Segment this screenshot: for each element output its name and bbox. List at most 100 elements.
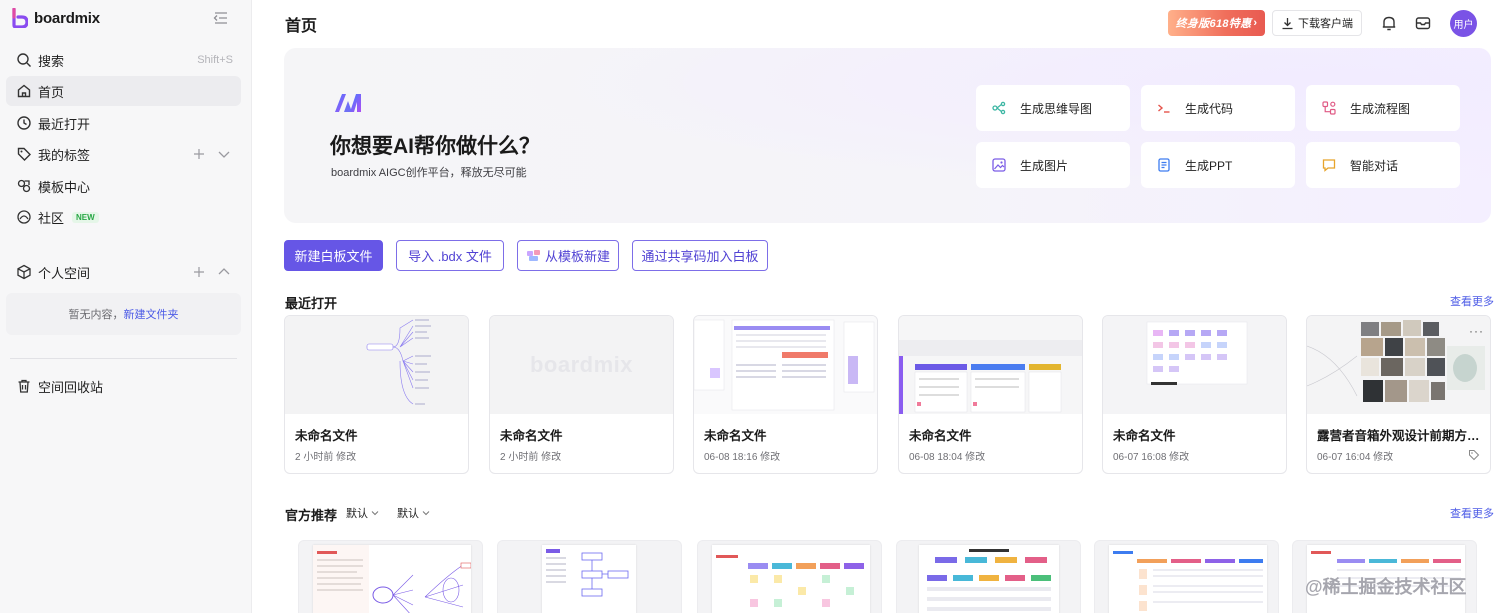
ai-hero-panel: 你想要AI帮你做什么？ boardmix AIGC创作平台，释放无尽可能 生成思… [284, 48, 1491, 223]
chevron-down-icon[interactable] [217, 148, 231, 160]
category-dropdown[interactable]: 默认 [397, 505, 430, 521]
ai-card-label: 生成思维导图 [1020, 101, 1093, 116]
template-card[interactable] [497, 540, 682, 613]
chat-icon [1322, 159, 1336, 172]
brand-name: boardmix [34, 9, 100, 27]
template-card[interactable] [697, 540, 882, 613]
ai-chat-card[interactable]: 智能对话 [1306, 142, 1460, 188]
trash-icon [18, 379, 30, 393]
add-tag-icon[interactable] [193, 148, 205, 160]
ai-code-card[interactable]: 生成代码 [1141, 85, 1295, 131]
brand-logo[interactable]: boardmix [12, 8, 100, 28]
template-thumbnail [927, 549, 1051, 611]
empty-text: 暂无内容， [68, 309, 124, 321]
dropdown-value: 默认 [397, 508, 419, 520]
template-preview [1109, 545, 1267, 613]
file-modified: 06-08 18:04 修改 [909, 452, 986, 463]
official-see-more-link[interactable]: 查看更多 [1450, 505, 1494, 521]
code-icon [1158, 104, 1170, 113]
file-modified: 06-08 18:16 修改 [704, 452, 781, 463]
button-label: 导入 .bdx 文件 [408, 249, 492, 264]
template-icon [17, 179, 31, 193]
new-folder-link[interactable]: 新建文件夹 [124, 306, 179, 322]
file-card[interactable]: boardmix 未命名文件 2 小时前 修改 [489, 315, 674, 474]
sidebar-item-home[interactable]: 首页 [6, 76, 241, 106]
sidebar-item-label: 首页 [38, 84, 65, 100]
join-by-code-button[interactable]: 通过共享码加入白板 [632, 240, 768, 271]
template-thumbnail [1113, 551, 1263, 611]
sidebar-item-trash[interactable]: 空间回收站 [6, 371, 241, 401]
ai-card-label: 生成图片 [1020, 158, 1069, 173]
file-card[interactable]: 未命名文件 06-08 18:16 修改 [693, 315, 878, 474]
ai-mindmap-card[interactable]: 生成思维导图 [976, 85, 1130, 131]
file-card[interactable]: 未命名文件 06-08 18:04 修改 [898, 315, 1083, 474]
sort-dropdown[interactable]: 默认 [346, 505, 379, 521]
inbox-icon[interactable] [1414, 14, 1432, 32]
file-modified: 06-07 16:08 修改 [1113, 452, 1190, 463]
promo-banner[interactable]: 终身版618特惠 › [1168, 10, 1265, 36]
add-space-icon[interactable] [193, 266, 205, 278]
download-label: 下载客户端 [1298, 18, 1353, 30]
template-card[interactable] [896, 540, 1081, 613]
file-name: 未命名文件 [500, 429, 563, 443]
template-preview [542, 545, 636, 613]
collapse-sidebar-icon[interactable] [212, 10, 230, 26]
official-section-title: 官方推荐 [285, 508, 338, 523]
file-thumbnail [899, 316, 1082, 414]
chevron-down-icon [371, 511, 379, 516]
sidebar-item-tags[interactable]: 我的标签 [6, 139, 241, 169]
sidebar-item-community[interactable]: 社区 NEW [6, 202, 241, 232]
file-thumbnail [1307, 316, 1490, 414]
file-thumbnail [694, 316, 877, 414]
file-card[interactable]: ··· 露营者音箱外观设计前期方… 06-07 16:04 修改 [1306, 315, 1491, 474]
import-bdx-button[interactable]: 导入 .bdx 文件 [396, 240, 504, 271]
recent-see-more-link[interactable]: 查看更多 [1450, 293, 1494, 309]
chevron-right-icon: › [1253, 17, 1258, 29]
watermark-text: @稀土掘金技术社区 [1305, 577, 1467, 597]
download-icon [1282, 17, 1293, 29]
sidebar-item-templates[interactable]: 模板中心 [6, 171, 241, 201]
bell-icon[interactable] [1380, 14, 1398, 32]
more-options-icon[interactable]: ··· [1469, 324, 1484, 338]
file-card[interactable]: 未命名文件 06-07 16:08 修改 [1102, 315, 1287, 474]
ai-ppt-card[interactable]: 生成PPT [1141, 142, 1295, 188]
file-name: 未命名文件 [909, 429, 972, 443]
sidebar-item-recent[interactable]: 最近打开 [6, 108, 241, 138]
file-modified: 06-07 16:04 修改 [1317, 452, 1394, 463]
file-thumbnail: boardmix [490, 316, 673, 414]
sidebar-item-label: 最近打开 [38, 116, 91, 132]
template-card[interactable] [1094, 540, 1279, 613]
promo-text: 终身版618特惠 [1175, 18, 1252, 30]
sidebar-item-label: 模板中心 [38, 179, 91, 195]
tag-icon[interactable] [1468, 449, 1480, 461]
sidebar-item-search[interactable]: 搜索 Shift+S [6, 45, 241, 75]
search-shortcut: Shift+S [197, 54, 233, 66]
chevron-down-icon [422, 511, 430, 516]
ai-image-card[interactable]: 生成图片 [976, 142, 1130, 188]
avatar[interactable]: 用户 [1450, 10, 1477, 37]
template-card[interactable] [298, 540, 483, 613]
template-thumbnail [313, 545, 472, 613]
grid-thumbnail [1146, 321, 1248, 385]
file-name: 未命名文件 [704, 429, 767, 443]
file-modified: 2 小时前 修改 [500, 452, 562, 463]
button-label: 通过共享码加入白板 [641, 249, 759, 264]
ai-flowchart-card[interactable]: 生成流程图 [1306, 85, 1460, 131]
ppt-icon [1158, 158, 1170, 172]
ai-card-label: 生成流程图 [1350, 101, 1411, 116]
chevron-up-icon[interactable] [217, 266, 231, 278]
new-board-button[interactable]: 新建白板文件 [284, 240, 383, 271]
site-watermark: @稀土掘金技术社区 [1305, 573, 1467, 599]
sidebar-item-personal-space[interactable]: 个人空间 [6, 257, 241, 287]
template-preview [313, 545, 472, 613]
collage-thumbnail [1307, 320, 1485, 402]
hero-subtitle: boardmix AIGC创作平台，释放无尽可能 [331, 167, 527, 179]
new-badge: NEW [72, 211, 99, 223]
sidebar-item-label: 我的标签 [38, 147, 91, 163]
ai-card-label: 生成PPT [1185, 158, 1233, 173]
from-template-button[interactable]: 从模板新建 [517, 240, 619, 271]
template-preview [712, 545, 870, 613]
sidebar-item-label: 个人空间 [38, 265, 91, 281]
download-client-button[interactable]: 下载客户端 [1272, 10, 1362, 36]
file-card[interactable]: 未命名文件 2 小时前 修改 [284, 315, 469, 474]
